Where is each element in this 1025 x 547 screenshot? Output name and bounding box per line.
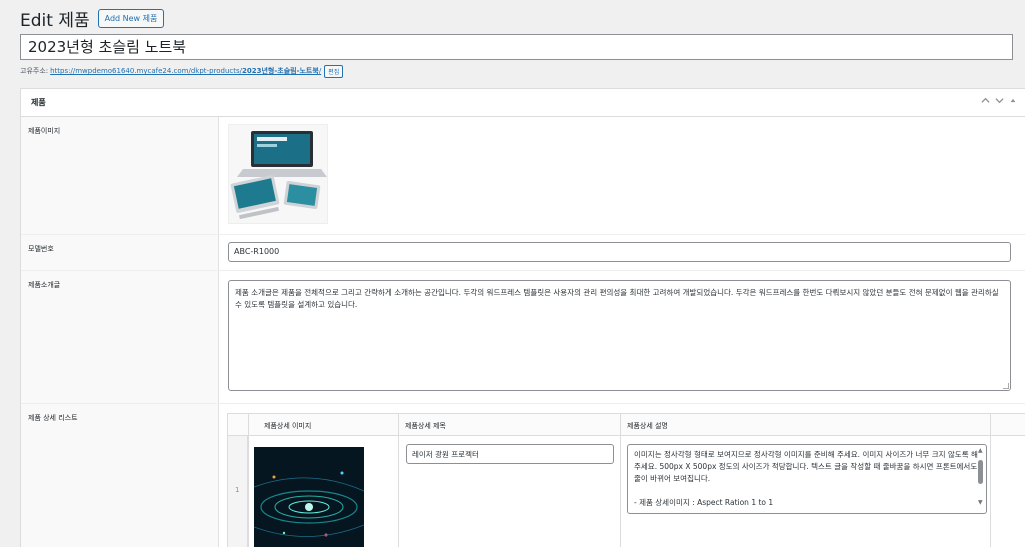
page-title: Edit 제품 <box>20 10 90 31</box>
detail-description-extra: - 제품 상세이미지 : Aspect Ration 1 to 1 <box>634 498 774 507</box>
detail-field-label-cell: 제품 상세 리스트 <box>21 404 219 547</box>
resize-handle[interactable] <box>1003 383 1009 389</box>
permalink-label: 고유주소: <box>20 67 49 75</box>
image-field-label-cell: 제품이미지 <box>21 117 219 234</box>
permalink-edit-button[interactable]: 편집 <box>324 64 344 78</box>
detail-description-text: 이미지는 정사각형 형태로 보여지므로 정사각형 이미지를 준비해 주세요. 이… <box>634 450 978 483</box>
intro-field-label-cell: 제품소개글 <box>21 271 219 403</box>
model-field-label: 모델번호 <box>28 245 54 253</box>
intro-text: 제품 소개글은 제품을 전체적으로 그리고 간략하게 소개하는 공간입니다. 두… <box>235 288 999 309</box>
page-header: Edit 제품 Add New 제품 <box>20 4 165 32</box>
add-new-button[interactable]: Add New 제품 <box>97 8 165 28</box>
col-header-image: 제품상세 이미지 <box>264 422 312 430</box>
detail-image-thumbnail[interactable] <box>254 447 364 547</box>
permalink-bar: 고유주소: https://mwpdemo61640.mycafe24.com/… <box>20 64 344 78</box>
move-up-icon[interactable] <box>981 96 990 108</box>
detail-repeater-table: 제품상세 이미지 제품상세 제목 제품상세 설명 1 레이저 광원 프로젝터 이… <box>227 413 1025 547</box>
col-header-description: 제품상세 설명 <box>627 422 668 430</box>
detail-field-label: 제품 상세 리스트 <box>28 414 78 422</box>
image-field-label: 제품이미지 <box>28 127 61 135</box>
metabox-header: 제품 <box>21 89 1025 117</box>
model-number-input[interactable]: ABC-R1000 <box>228 242 1011 262</box>
col-header-title: 제품상세 제목 <box>405 422 446 430</box>
model-field-label-cell: 모델번호 <box>21 235 219 270</box>
detail-title-input[interactable]: 레이저 광원 프로젝터 <box>406 444 614 464</box>
product-image-thumbnail[interactable] <box>228 124 328 224</box>
permalink-link[interactable]: https://mwpdemo61640.mycafe24.com/dkpt-p… <box>50 66 321 76</box>
repeater-header: 제품상세 이미지 제품상세 제목 제품상세 설명 <box>228 414 1025 436</box>
row-index-cell[interactable]: 1 <box>228 436 248 547</box>
intro-textarea[interactable]: 제품 소개글은 제품을 전체적으로 그리고 간략하게 소개하는 공간입니다. 두… <box>228 280 1011 391</box>
description-scrollbar[interactable]: ▲ ▼ <box>977 448 984 512</box>
intro-field-label: 제품소개글 <box>28 281 61 289</box>
move-down-icon[interactable] <box>995 96 1004 108</box>
post-title-input[interactable]: 2023년형 초슬림 노트북 <box>20 34 1013 60</box>
row-index: 1 <box>235 486 240 494</box>
toggle-panel-icon[interactable] <box>1009 96 1017 108</box>
detail-description-textarea[interactable]: 이미지는 정사각형 형태로 보여지므로 정사각형 이미지를 준비해 주세요. 이… <box>627 444 987 514</box>
metabox-title: 제품 <box>31 98 46 107</box>
